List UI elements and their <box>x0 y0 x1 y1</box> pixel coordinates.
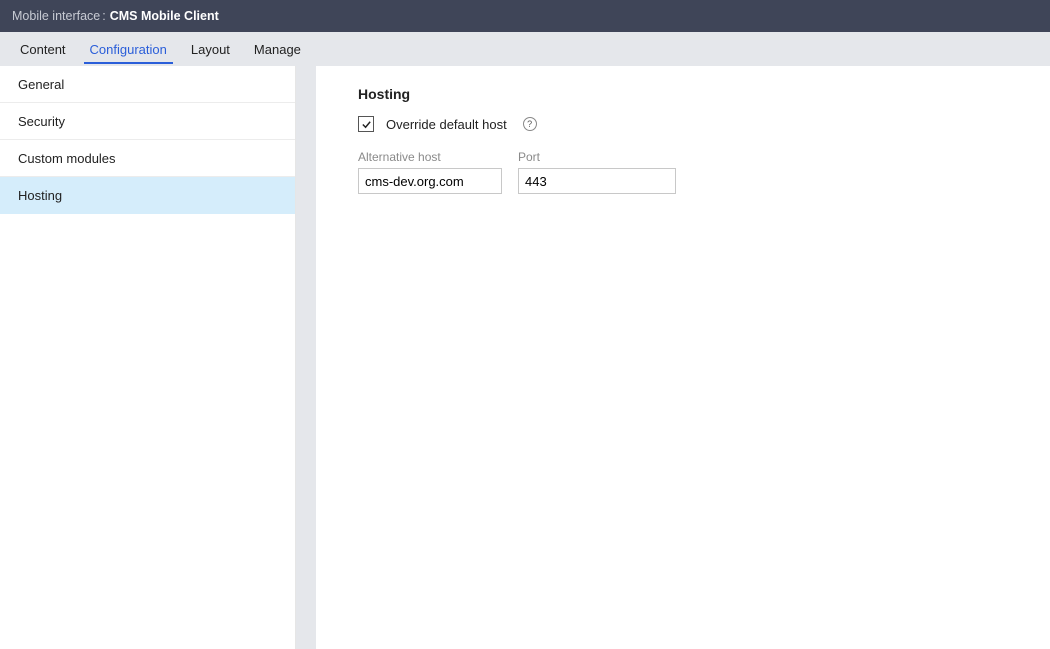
tab-layout[interactable]: Layout <box>179 32 242 66</box>
port-label: Port <box>518 150 676 164</box>
alt-host-group: Alternative host <box>358 150 502 194</box>
panel-title: Hosting <box>358 86 1028 102</box>
sidebar-item-label: Hosting <box>18 188 62 203</box>
override-label: Override default host <box>386 117 507 132</box>
sidebar-item-label: Custom modules <box>18 151 116 166</box>
help-icon[interactable]: ? <box>523 117 537 131</box>
port-input[interactable] <box>518 168 676 194</box>
main-panel: Hosting Override default host ? Alternat… <box>336 66 1050 649</box>
sidebar-item-label: Security <box>18 114 65 129</box>
fields-row: Alternative host Port <box>358 150 1028 194</box>
sidebar-item-general[interactable]: General <box>0 66 295 103</box>
content-area: General Security Custom modules Hosting … <box>0 66 1050 649</box>
tabs-bar: Content Configuration Layout Manage <box>0 32 1050 66</box>
header-title: CMS Mobile Client <box>110 9 219 23</box>
sidebar-item-label: General <box>18 77 64 92</box>
panel-gap <box>296 66 316 649</box>
override-row: Override default host ? <box>358 116 1028 132</box>
sidebar-item-custom-modules[interactable]: Custom modules <box>0 140 295 177</box>
sidebar-item-hosting[interactable]: Hosting <box>0 177 295 214</box>
tab-content[interactable]: Content <box>8 32 78 66</box>
port-group: Port <box>518 150 676 194</box>
alt-host-input[interactable] <box>358 168 502 194</box>
sidebar: General Security Custom modules Hosting <box>0 66 296 649</box>
header-prefix: Mobile interface <box>12 9 100 23</box>
override-checkbox[interactable] <box>358 116 374 132</box>
checkmark-icon <box>361 119 372 130</box>
tab-configuration[interactable]: Configuration <box>78 32 179 66</box>
sidebar-item-security[interactable]: Security <box>0 103 295 140</box>
tab-manage[interactable]: Manage <box>242 32 313 66</box>
alt-host-label: Alternative host <box>358 150 502 164</box>
header-separator: : <box>102 9 105 23</box>
header-bar: Mobile interface : CMS Mobile Client <box>0 0 1050 32</box>
